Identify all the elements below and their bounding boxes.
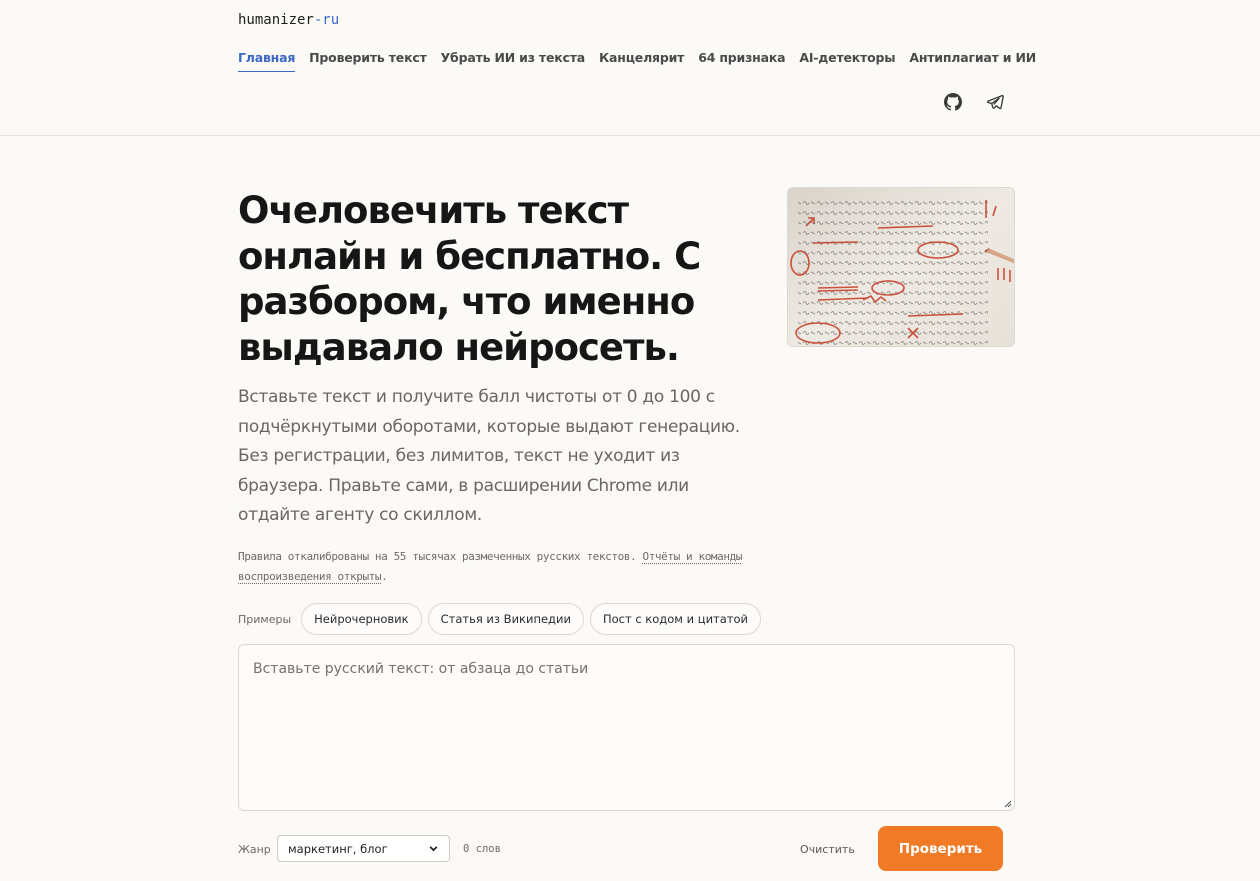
example-chip-code-quote[interactable]: Пост с кодом и цитатой [589, 603, 761, 635]
nav-item-officialese[interactable]: Канцелярит [599, 50, 684, 72]
github-icon[interactable] [942, 91, 964, 113]
examples-row: Примеры Нейрочерновик Статья из Википеди… [238, 603, 761, 635]
genre-label: Жанр [238, 843, 271, 856]
main-nav: Главная Проверить текст Убрать ИИ из тек… [238, 50, 1036, 72]
examples-label: Примеры [238, 612, 292, 626]
example-chip-wikipedia[interactable]: Статья из Википедии [427, 603, 584, 635]
nav-item-check-text[interactable]: Проверить текст [309, 50, 427, 72]
annotated-text-illustration [788, 188, 1014, 346]
text-input[interactable] [239, 645, 1014, 810]
nav-item-home[interactable]: Главная [238, 50, 295, 72]
nav-item-ai-detectors[interactable]: AI-детекторы [799, 50, 895, 72]
nav-item-antiplagiat[interactable]: Антиплагиат и ИИ [909, 50, 1036, 72]
nav-item-remove-ai[interactable]: Убрать ИИ из текста [441, 50, 586, 72]
chevron-down-icon [429, 846, 438, 852]
text-editor [238, 644, 1015, 811]
check-button[interactable]: Проверить [878, 826, 1003, 871]
genre-select-value: маркетинг, блог [288, 841, 388, 856]
telegram-icon[interactable] [984, 91, 1006, 113]
calibration-note: Правила откалиброваны на 55 тысячах разм… [238, 547, 758, 587]
genre-select[interactable]: маркетинг, блог [277, 835, 450, 862]
logo-accent: -ru [313, 12, 340, 28]
calibration-note-end: . [381, 570, 388, 583]
calibration-note-text: Правила откалиброваны на 55 тысячах разм… [238, 550, 643, 563]
clear-button[interactable]: Очистить [800, 843, 855, 856]
hero-illustration [787, 187, 1015, 347]
logo-main: humanizer [238, 12, 314, 28]
page-title: Очеловечить текст онлайн и бесплатно. С … [238, 189, 701, 369]
site-header: humanizer-ru Главная Проверить текст Убр… [0, 0, 1260, 136]
word-count: 0 слов [463, 843, 501, 855]
nav-item-64-signs[interactable]: 64 признака [698, 50, 785, 72]
resize-handle-icon[interactable] [1003, 799, 1012, 808]
controls-bar: Жанр маркетинг, блог 0 слов Очистить Про… [238, 826, 1004, 871]
example-chip-neurodraft[interactable]: Нейрочерновик [301, 603, 422, 635]
hero-subtitle: Вставьте текст и получите балл чистоты о… [238, 387, 740, 526]
logo[interactable]: humanizer-ru [238, 12, 339, 28]
